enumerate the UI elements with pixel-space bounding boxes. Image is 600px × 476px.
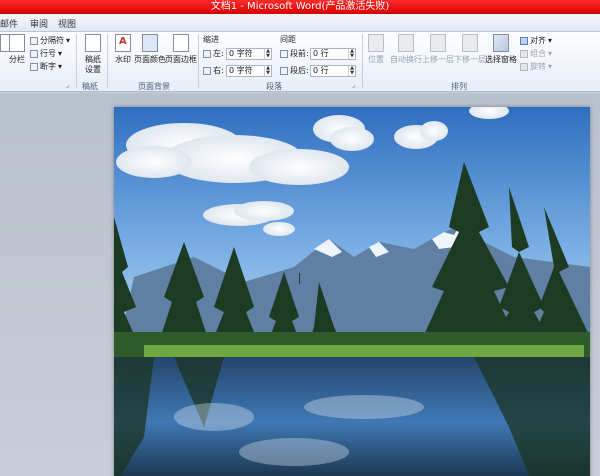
page-borders-button[interactable]: 页面边框 xyxy=(164,34,198,65)
paragraph-launcher-icon[interactable]: ⌟ xyxy=(352,81,355,89)
tab-mailings[interactable]: 邮件 xyxy=(0,17,18,30)
tab-view[interactable]: 视图 xyxy=(58,17,76,30)
paragraph-group-label: 段落 xyxy=(266,82,282,91)
position-label: 位置 xyxy=(368,55,384,64)
group-icon xyxy=(520,49,528,58)
rotate-button[interactable]: 旋转 ▾ xyxy=(520,61,552,72)
line-numbers-label: 行号 xyxy=(40,49,56,58)
columns-button[interactable]: 分栏 xyxy=(6,34,28,65)
chevron-down-icon: ▾ xyxy=(548,62,553,71)
title-bar: 文档1 - Microsoft Word(产品激活失败) xyxy=(0,0,600,14)
spinner-arrows-icon[interactable]: ▲ ▼ xyxy=(264,49,271,59)
wrap-text-icon xyxy=(398,34,414,52)
chevron-down-icon: ▾ xyxy=(58,62,63,71)
bring-forward-button[interactable]: 上移一层 xyxy=(421,34,455,65)
indent-right-label: 右: xyxy=(213,66,224,75)
wrap-text-label: 自动换行 xyxy=(390,55,422,64)
group-separator xyxy=(76,34,77,88)
indent-right-value: 0 字符 xyxy=(229,66,253,75)
document-page[interactable] xyxy=(114,107,590,476)
watermark-icon: A xyxy=(115,34,131,52)
chevron-down-icon: ▾ xyxy=(548,36,553,45)
align-button[interactable]: 对齐 ▾ xyxy=(520,35,552,46)
hyphenation-button[interactable]: 断字 ▾ xyxy=(30,61,62,72)
manuscript-group-label: 稿纸 xyxy=(82,82,98,91)
line-numbers-icon xyxy=(30,49,38,58)
indent-left-label: 左: xyxy=(213,49,224,58)
position-button[interactable]: 位置 xyxy=(362,34,390,65)
chevron-down-icon: ▾ xyxy=(548,49,553,58)
spacing-after-icon xyxy=(280,66,288,75)
page-border-icon xyxy=(173,34,189,52)
wrap-text-button[interactable]: 自动换行 xyxy=(389,34,423,65)
breaks-icon xyxy=(30,36,38,45)
selection-pane-label: 选择窗格 xyxy=(485,55,517,64)
indent-left-label-wrap: 左: xyxy=(203,48,224,59)
hyphenation-label: 断字 xyxy=(40,62,56,71)
tab-review[interactable]: 审阅 xyxy=(30,17,48,30)
spacing-before-icon xyxy=(280,49,288,58)
line-numbers-button[interactable]: 行号 ▾ xyxy=(30,48,62,59)
breaks-button[interactable]: 分隔符 ▾ xyxy=(30,35,70,46)
align-label: 对齐 xyxy=(530,36,546,45)
spacing-after-label-wrap: 段后: xyxy=(280,65,309,76)
manuscript-settings-label: 稿纸 设置 xyxy=(85,55,101,74)
group-label: 组合 xyxy=(530,49,546,58)
selection-pane-icon xyxy=(493,34,509,52)
group-separator xyxy=(198,34,199,88)
page-color-button[interactable]: 页面颜色 xyxy=(133,34,167,65)
page-color-label: 页面颜色 xyxy=(134,55,166,64)
spacing-before-value: 0 行 xyxy=(313,49,329,58)
selection-pane-button[interactable]: 选择窗格 xyxy=(484,34,518,65)
spacing-before-input[interactable]: 0 行 ▲ ▼ xyxy=(310,48,356,60)
spinner-arrows-icon[interactable]: ▲ ▼ xyxy=(348,49,355,59)
document-workspace[interactable] xyxy=(0,93,600,476)
indent-left-value: 0 字符 xyxy=(229,49,253,58)
manuscript-settings-button[interactable]: 稿纸 设置 xyxy=(78,34,108,75)
spacing-after-value: 0 行 xyxy=(313,66,329,75)
hyphenation-icon xyxy=(30,62,38,71)
watermark-label: 水印 xyxy=(115,55,131,64)
send-backward-button[interactable]: 下移一层 xyxy=(453,34,487,65)
columns-icon xyxy=(9,34,25,52)
spacing-before-label: 段前: xyxy=(290,49,309,58)
page-setup-launcher-icon[interactable]: ⌟ xyxy=(66,81,69,89)
columns-label: 分栏 xyxy=(9,55,25,64)
spacing-before-label-wrap: 段前: xyxy=(280,48,309,59)
indent-header: 缩进 xyxy=(203,35,219,44)
paint-bucket-icon xyxy=(142,34,158,52)
rotate-icon xyxy=(520,62,528,71)
send-backward-icon xyxy=(462,34,478,52)
bring-forward-label: 上移一层 xyxy=(422,55,454,64)
align-icon xyxy=(520,36,528,45)
indent-left-icon xyxy=(203,49,211,58)
breaks-label: 分隔符 xyxy=(40,36,64,45)
window-title: 文档1 - Microsoft Word(产品激活失败) xyxy=(210,1,390,12)
spinner-arrows-icon[interactable]: ▲ ▼ xyxy=(264,66,271,76)
send-backward-label: 下移一层 xyxy=(454,55,486,64)
chevron-down-icon: ▾ xyxy=(58,49,63,58)
bring-forward-icon xyxy=(430,34,446,52)
page-borders-label: 页面边框 xyxy=(165,55,197,64)
rotate-label: 旋转 xyxy=(530,62,546,71)
spacing-after-input[interactable]: 0 行 ▲ ▼ xyxy=(310,65,356,77)
position-icon xyxy=(368,34,384,52)
indent-left-input[interactable]: 0 字符 ▲ ▼ xyxy=(226,48,272,60)
indent-right-label-wrap: 右: xyxy=(203,65,224,76)
group-button[interactable]: 组合 ▾ xyxy=(520,48,552,59)
text-cursor xyxy=(299,273,300,284)
spinner-arrows-icon[interactable]: ▲ ▼ xyxy=(348,66,355,76)
spacing-after-label: 段后: xyxy=(290,66,309,75)
spacing-header: 间距 xyxy=(280,35,296,44)
chevron-down-icon: ▾ xyxy=(66,36,71,45)
manuscript-icon xyxy=(85,34,101,52)
page-background-group-label: 页面背景 xyxy=(138,82,170,91)
ribbon-tabs: 邮件 审阅 视图 xyxy=(0,14,600,32)
indent-right-input[interactable]: 0 字符 ▲ ▼ xyxy=(226,65,272,77)
indent-right-icon xyxy=(203,66,211,75)
arrange-group-label: 排列 xyxy=(451,82,467,91)
ribbon: 分栏 分隔符 ▾ 行号 ▾ 断字 ▾ ⌟ 稿纸 设置 稿纸 A 水印 页面颜色 … xyxy=(0,32,600,92)
landscape-photo[interactable] xyxy=(114,107,590,476)
